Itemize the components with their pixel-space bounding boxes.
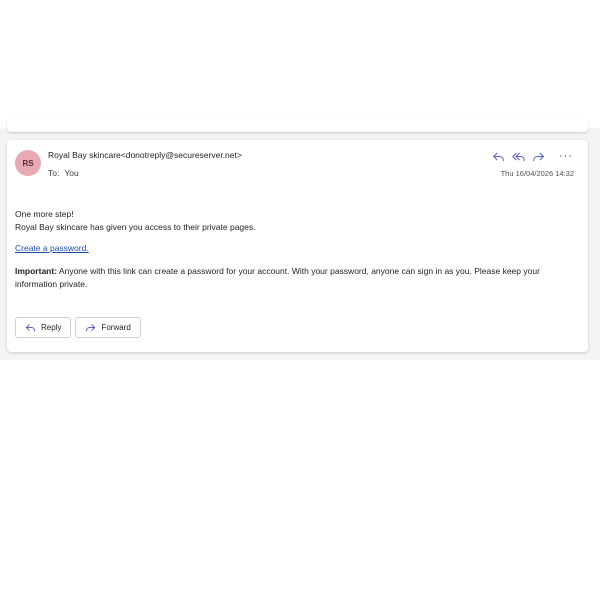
more-actions-button[interactable]: ··· xyxy=(556,148,576,164)
forward-icon-button[interactable] xyxy=(528,148,548,164)
message-body-intro: One more step! Royal Bay skincare has gi… xyxy=(15,208,580,233)
body-line-1: One more step! xyxy=(15,209,74,219)
to-label: To: xyxy=(48,168,60,178)
more-icon: ··· xyxy=(559,150,573,162)
sender-avatar[interactable]: RS xyxy=(15,150,41,176)
message-actions-toolbar: ··· xyxy=(488,148,576,164)
forward-button-label: Forward xyxy=(101,323,131,332)
body-line-2: Royal Bay skincare has given you access … xyxy=(15,221,256,232)
reply-icon xyxy=(25,324,36,332)
reply-all-icon-button[interactable] xyxy=(508,148,528,164)
email-message-card: RS Royal Bay skincare<donotreply@secures… xyxy=(7,140,588,352)
to-value[interactable]: You xyxy=(64,168,78,178)
reply-button[interactable]: Reply xyxy=(15,317,72,338)
important-text: Anyone with this link can create a passw… xyxy=(15,266,540,289)
recipient-line: To: You xyxy=(48,168,79,178)
previous-message-card xyxy=(7,120,588,132)
create-password-link[interactable]: Create a password. xyxy=(15,243,89,253)
forward-button[interactable]: Forward xyxy=(75,317,141,338)
reply-icon xyxy=(492,152,504,161)
sender-from-line[interactable]: Royal Bay skincare<donotreply@secureserv… xyxy=(48,150,242,160)
important-notice: Important: Anyone with this link can cre… xyxy=(15,265,581,290)
reply-all-icon xyxy=(511,152,525,161)
reply-button-label: Reply xyxy=(41,323,62,332)
forward-icon xyxy=(532,152,544,161)
reply-forward-buttons: Reply Forward xyxy=(15,317,141,338)
reply-icon-button[interactable] xyxy=(488,148,508,164)
message-date: Thu 16/04/2026 14:32 xyxy=(500,169,574,178)
avatar-initials: RS xyxy=(22,158,34,168)
forward-icon xyxy=(86,324,96,332)
important-label: Important: xyxy=(15,266,58,276)
